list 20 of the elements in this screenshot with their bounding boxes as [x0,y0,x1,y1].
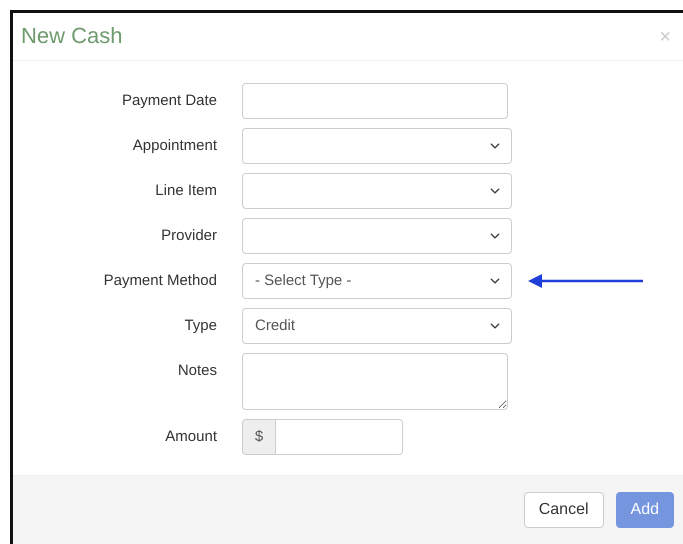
select-field[interactable] [242,218,512,254]
amount-field[interactable] [276,419,403,455]
select-field[interactable] [242,128,512,164]
select-field[interactable] [242,173,512,209]
select-field[interactable]: Credit [242,308,512,344]
field-label: Notes [176,361,217,381]
dialog-title: New Cash [21,23,122,50]
field-label: Payment Date [120,91,217,111]
field-label: Amount [164,427,217,447]
notes-field[interactable] [242,353,508,410]
field-label: Payment Method [102,271,217,291]
input-field[interactable] [242,83,508,119]
field-label: Line Item [154,181,217,201]
currency-prefix: $ [242,419,276,455]
cancel-button[interactable]: Cancel [524,492,604,528]
field-label: Provider [160,226,217,246]
field-label: Appointment [132,136,217,156]
arrow-icon [528,273,644,289]
select-field[interactable]: - Select Type - [242,263,512,299]
field-label: Type [183,316,217,336]
